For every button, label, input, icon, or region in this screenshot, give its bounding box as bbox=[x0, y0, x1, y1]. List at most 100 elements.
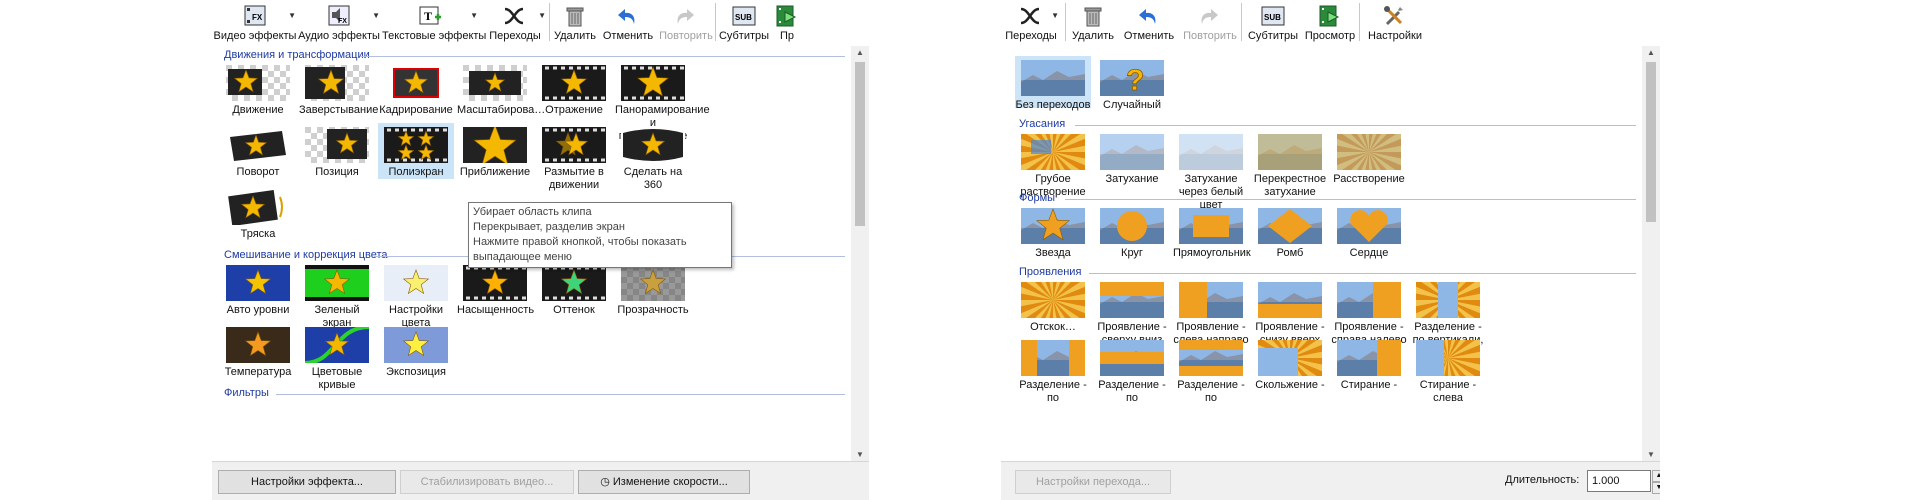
delete-button[interactable]: Удалить bbox=[1069, 2, 1117, 44]
scroll-down-arrow-icon[interactable]: ▼ bbox=[851, 448, 869, 462]
effect-item-heart[interactable]: Сердце bbox=[1331, 204, 1407, 259]
effect-item-zoom[interactable]: Приближение bbox=[457, 123, 533, 179]
effect-item-position[interactable]: Позиция bbox=[299, 123, 375, 179]
dropdown-arrow-icon[interactable]: ▼ bbox=[372, 11, 380, 20]
effect-item-wipe-left[interactable]: Проявление - справа налево bbox=[1331, 278, 1407, 346]
effect-item-none[interactable]: Без переходов bbox=[1015, 56, 1091, 111]
effect-label: Сделать на 360 bbox=[623, 166, 683, 191]
subtitles-button[interactable]: SUB Субтитры bbox=[1245, 2, 1301, 44]
duration-stepper[interactable]: ▲ ▼ bbox=[1652, 470, 1660, 494]
effect-thumbnail bbox=[220, 189, 296, 225]
effect-label: Сердце bbox=[1349, 247, 1389, 259]
effect-item-roughdissolve[interactable]: Грубое растворение bbox=[1015, 130, 1091, 198]
effect-item-colorsettings[interactable]: Настройки цвета bbox=[378, 261, 454, 329]
effect-item-wipe-right[interactable]: Проявление - слева направо bbox=[1173, 278, 1249, 346]
dropdown-arrow-icon[interactable]: ▼ bbox=[538, 11, 546, 20]
effect-label: Разделение - по bbox=[1019, 379, 1087, 404]
effect-item-curves[interactable]: Цветовые кривые bbox=[299, 323, 375, 391]
delete-button[interactable]: Удалить bbox=[552, 2, 598, 44]
transition-settings-button[interactable]: Настройки перехода... bbox=[1015, 470, 1171, 494]
vertical-scrollbar[interactable]: ▲ ▼ bbox=[1642, 46, 1660, 462]
scroll-up-arrow-icon[interactable]: ▲ bbox=[851, 46, 869, 60]
effect-item-reflection[interactable]: Отражение bbox=[536, 61, 612, 117]
effect-item-hue[interactable]: Оттенок bbox=[536, 261, 612, 317]
redo-button[interactable]: Повторить bbox=[658, 2, 714, 44]
effect-thumbnail bbox=[299, 65, 375, 101]
effect-item-motionblur[interactable]: Размытие в движении bbox=[536, 123, 612, 191]
effect-thumbnail: ? bbox=[1094, 60, 1170, 96]
transitions-button[interactable]: Переходы ▼ bbox=[1001, 2, 1061, 44]
effect-item-saturation[interactable]: Насыщенность bbox=[457, 261, 534, 317]
svg-text:SUB: SUB bbox=[735, 13, 752, 22]
video-effects-button[interactable]: FX Видео эффекты ▼ bbox=[212, 2, 298, 44]
duration-input[interactable]: 1.000 bbox=[1587, 470, 1651, 492]
effect-item-star[interactable]: Звезда bbox=[1015, 204, 1091, 259]
effect-item-multiscreen[interactable]: Полиэкран bbox=[378, 123, 454, 179]
effect-item-wipe-down[interactable]: Проявление - сверху вниз bbox=[1094, 278, 1170, 346]
toolbar-button-label: Отменить bbox=[602, 30, 654, 42]
undo-button[interactable]: Отменить bbox=[600, 2, 656, 44]
stabilize-video-button[interactable]: Стабилизировать видео... bbox=[400, 470, 574, 494]
change-speed-button[interactable]: ◷ Изменение скорости... bbox=[578, 470, 750, 494]
effect-item-split1[interactable]: Разделение - по bbox=[1015, 336, 1091, 404]
dropdown-arrow-icon[interactable]: ▼ bbox=[288, 11, 296, 20]
scrollbar-thumb[interactable] bbox=[1646, 62, 1656, 222]
scroll-down-arrow-icon[interactable]: ▼ bbox=[1642, 448, 1660, 462]
stepper-down-icon[interactable]: ▼ bbox=[1652, 482, 1660, 494]
effect-item-transparency[interactable]: Прозрачность bbox=[615, 261, 691, 317]
transitions-button[interactable]: Переходы ▼ bbox=[482, 2, 548, 44]
effect-item-bounce[interactable]: Отскок… bbox=[1015, 278, 1091, 333]
effect-item-greenscreen[interactable]: Зеленый экран bbox=[299, 261, 375, 329]
effect-item-crossfade[interactable]: Перекрестное затухание bbox=[1252, 130, 1328, 198]
category-divider bbox=[1075, 125, 1636, 126]
effect-item-fade[interactable]: Затухание bbox=[1094, 130, 1170, 185]
scrollbar-thumb[interactable] bbox=[855, 62, 865, 226]
scroll-up-arrow-icon[interactable]: ▲ bbox=[1642, 46, 1660, 60]
effect-item-wipe-up[interactable]: Проявление - снизу вверх bbox=[1252, 278, 1328, 346]
effect-item-crop[interactable]: Кадрирование bbox=[378, 61, 454, 117]
dropdown-arrow-icon[interactable]: ▼ bbox=[470, 11, 478, 20]
toolbar-separator bbox=[715, 3, 716, 41]
toolbar-button-label: Отменить bbox=[1123, 30, 1175, 42]
effect-item-movement[interactable]: Движение bbox=[220, 61, 296, 117]
effect-item-diamond[interactable]: Ромб bbox=[1252, 204, 1328, 259]
effect-thumbnail bbox=[536, 65, 612, 101]
effect-label: Расстворение bbox=[1333, 173, 1405, 185]
effect-item-slide[interactable]: Скольжение - bbox=[1252, 336, 1328, 391]
effect-settings-button[interactable]: Настройки эффекта... bbox=[218, 470, 396, 494]
effect-item-exposure[interactable]: Экспозиция bbox=[378, 323, 454, 379]
settings-button[interactable]: Настройки bbox=[1363, 2, 1427, 44]
effect-item-wrap[interactable]: Заверстывание bbox=[299, 61, 378, 117]
redo-button[interactable]: Повторить bbox=[1181, 2, 1239, 44]
category-title: Проявления bbox=[1019, 266, 1082, 278]
effect-thumbnail bbox=[1173, 208, 1249, 244]
effect-item-rotate[interactable]: Поворот bbox=[220, 123, 296, 179]
effect-thumbnail bbox=[299, 265, 375, 301]
undo-button[interactable]: Отменить bbox=[1119, 2, 1179, 44]
effect-item-dissolve[interactable]: Расстворение bbox=[1331, 130, 1407, 185]
toolbar-button-label: Переходы bbox=[489, 30, 541, 42]
audio-effects-button[interactable]: FX Аудио эффекты ▼ bbox=[296, 2, 382, 44]
effect-item-temperature[interactable]: Температура bbox=[220, 323, 296, 379]
effect-item-pan[interactable]: Панорамирование и приближение bbox=[615, 61, 710, 142]
vertical-scrollbar[interactable]: ▲ ▼ bbox=[851, 46, 869, 462]
effect-item-rect[interactable]: Прямоугольник bbox=[1173, 204, 1251, 259]
stepper-up-icon[interactable]: ▲ bbox=[1652, 470, 1660, 482]
effect-item-shake[interactable]: Тряска bbox=[220, 185, 296, 241]
effect-item-random[interactable]: ? Случайный bbox=[1094, 56, 1170, 111]
text-effects-button[interactable]: T Текстовые эффекты ▼ bbox=[382, 2, 486, 44]
effect-item-360[interactable]: Сделать на 360 bbox=[615, 123, 691, 191]
preview-button[interactable]: Просмотр bbox=[1303, 2, 1357, 44]
effect-item-split3[interactable]: Разделение - по bbox=[1173, 336, 1249, 404]
effect-item-split2[interactable]: Разделение - по bbox=[1094, 336, 1170, 404]
effect-item-split-vend[interactable]: Разделение - по вертикали, конец bbox=[1410, 278, 1486, 359]
effect-item-erase1[interactable]: Стирание - bbox=[1331, 336, 1407, 391]
preview-button[interactable]: Пр bbox=[770, 2, 804, 44]
effect-item-scale[interactable]: Масштабирова… bbox=[457, 61, 545, 117]
effect-item-erase2[interactable]: Стирание - слева bbox=[1410, 336, 1486, 404]
effect-item-fadewhite[interactable]: Затухание через белый цвет bbox=[1173, 130, 1249, 211]
subtitles-button[interactable]: SUB Субтитры bbox=[718, 2, 770, 44]
effect-item-autolevels[interactable]: Авто уровни bbox=[220, 261, 296, 317]
dropdown-arrow-icon[interactable]: ▼ bbox=[1051, 11, 1059, 20]
effect-item-circle[interactable]: Круг bbox=[1094, 204, 1170, 259]
